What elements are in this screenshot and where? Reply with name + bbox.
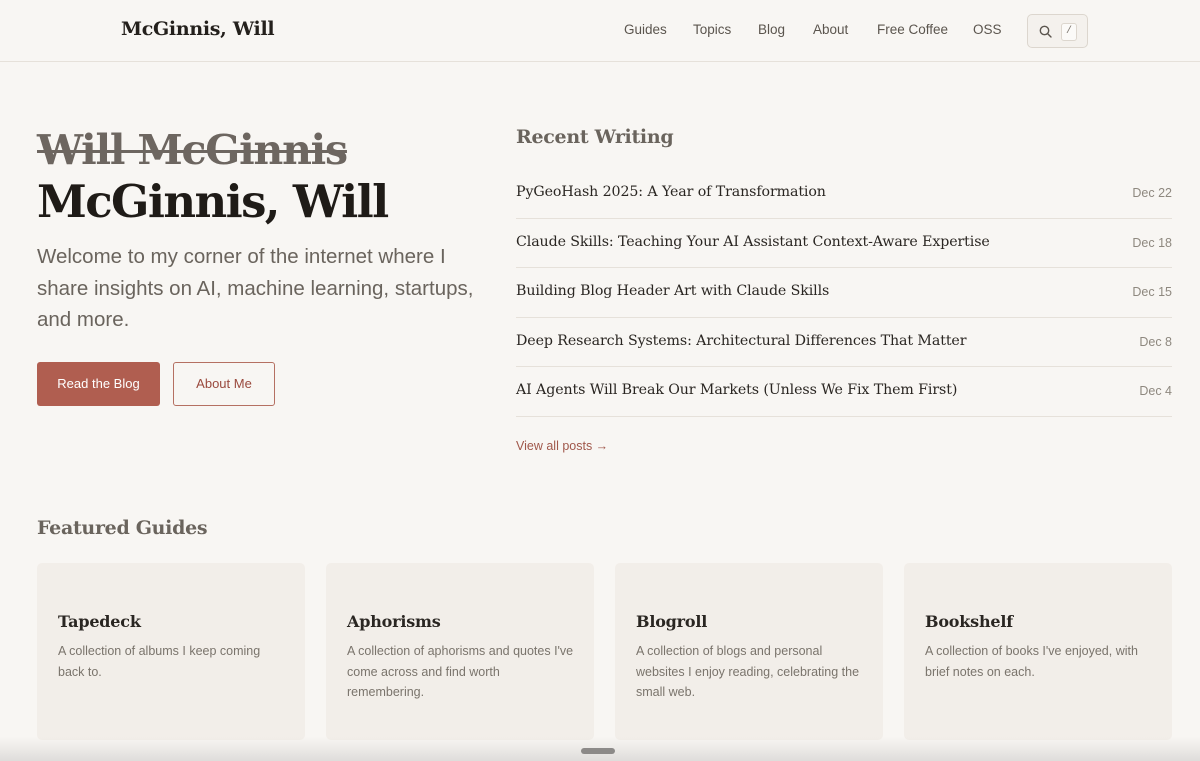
nav-oss[interactable]: OSS [973,22,1002,37]
guide-card-desc: A collection of books I've enjoyed, with… [925,644,1138,679]
post-title[interactable]: Deep Research Systems: Architectural Dif… [516,333,967,349]
guide-card-title: Aphorisms [347,612,441,631]
post-item[interactable]: PyGeoHash 2025: A Year of Transformation… [516,169,1172,219]
post-date: Dec 4 [1139,384,1172,399]
post-date: Dec 18 [1132,235,1172,250]
struck-through-name: Will McGinnis [37,126,348,174]
guide-card-tapedeck[interactable]: Tapedeck A collection of albums I keep c… [37,563,305,740]
about-me-button[interactable]: About Me [173,362,275,406]
recent-writing-heading: Recent Writing [516,126,674,148]
guide-card-title: Tapedeck [58,612,141,631]
hero-intro: Welcome to my corner of the internet whe… [37,245,474,331]
guide-card-desc: A collection of blogs and personal websi… [636,644,860,699]
nav-topics[interactable]: Topics [693,22,731,37]
post-item[interactable]: Deep Research Systems: Architectural Dif… [516,318,1172,368]
guide-card-desc: A collection of albums I keep coming bac… [58,644,261,679]
nav-blog[interactable]: Blog [758,22,785,37]
featured-guides-heading: Featured Guides [37,517,208,539]
nav-free-coffee[interactable]: Free Coffee [877,22,948,37]
view-all-posts-link[interactable]: View all posts → [516,439,608,453]
guide-card-bookshelf[interactable]: Bookshelf A collection of books I've enj… [904,563,1172,740]
read-blog-button[interactable]: Read the Blog [37,362,160,406]
guide-card-aphorisms[interactable]: Aphorisms A collection of aphorisms and … [326,563,594,740]
guide-card-title: Blogroll [636,612,708,631]
post-item[interactable]: Building Blog Header Art with Claude Ski… [516,268,1172,318]
post-title[interactable]: PyGeoHash 2025: A Year of Transformation [516,184,826,200]
post-title[interactable]: Claude Skills: Teaching Your AI Assistan… [516,234,990,250]
search-button[interactable]: / [1027,14,1088,48]
post-date: Dec 22 [1132,186,1172,200]
hero-name: McGinnis, Will [37,175,389,228]
post-date: Dec 8 [1139,334,1172,349]
guide-card-blogroll[interactable]: Blogroll A collection of blogs and perso… [615,563,883,740]
scroll-handle[interactable] [581,748,615,754]
recent-posts-list: PyGeoHash 2025: A Year of Transformation… [516,169,1172,417]
post-date: Dec 15 [1132,285,1172,300]
site-header: McGinnis, Will Guides Topics Blog About … [0,0,1200,62]
post-item[interactable]: Claude Skills: Teaching Your AI Assistan… [516,219,1172,269]
nav-about[interactable]: About [813,22,848,37]
post-title[interactable]: Building Blog Header Art with Claude Ski… [516,283,829,299]
post-title[interactable]: AI Agents Will Break Our Markets (Unless… [516,382,957,398]
guide-card-title: Bookshelf [925,612,1013,631]
search-icon [1039,25,1052,38]
post-item[interactable]: AI Agents Will Break Our Markets (Unless… [516,367,1172,417]
main-nav: Guides Topics Blog About Free Coffee OSS [0,22,1200,40]
search-shortcut-key: / [1061,23,1077,41]
nav-guides[interactable]: Guides [624,22,667,37]
guide-card-desc: A collection of aphorisms and quotes I'v… [347,644,574,699]
